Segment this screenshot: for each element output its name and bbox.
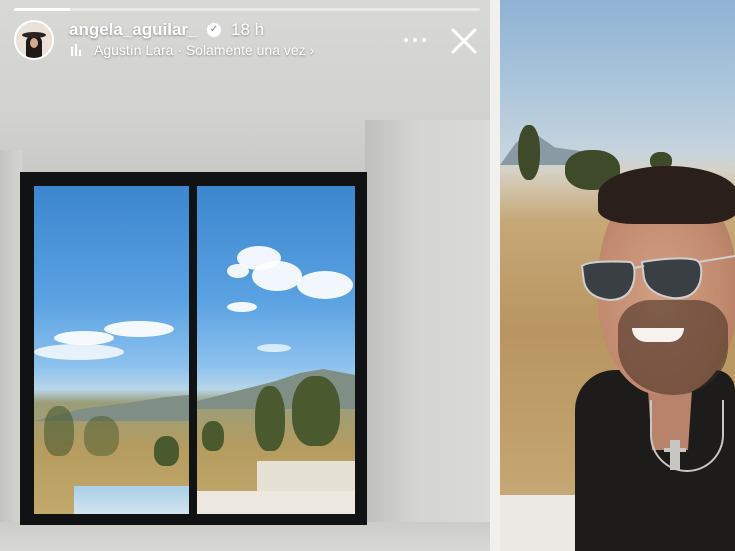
more-options-button[interactable] xyxy=(402,30,428,50)
tree xyxy=(84,416,119,456)
cloud xyxy=(257,344,291,352)
song-link[interactable]: Agustín Lara · Solamente una vez › xyxy=(94,42,314,58)
rooftop xyxy=(197,491,355,514)
right-wall xyxy=(365,120,490,551)
tree xyxy=(292,376,340,446)
song-title: Agustín Lara · Solamente una vez xyxy=(94,42,306,58)
cross-pendant xyxy=(664,440,686,470)
more-options-icon xyxy=(404,38,408,42)
avatar-face xyxy=(30,38,38,48)
left-wall xyxy=(0,150,22,551)
cloud xyxy=(54,331,114,345)
tree xyxy=(518,125,540,180)
username[interactable]: angela_aguilar_ xyxy=(69,20,198,40)
cloud xyxy=(297,271,353,299)
window-pane-right xyxy=(197,186,355,514)
tree xyxy=(154,436,179,466)
chevron-right-icon: › xyxy=(309,42,315,58)
person-hair xyxy=(598,166,735,224)
window-mullion xyxy=(189,172,197,525)
necklace xyxy=(650,400,724,472)
sunglasses xyxy=(580,255,735,302)
window-frame xyxy=(20,172,367,525)
person-smile xyxy=(632,328,684,342)
story-panel[interactable]: angela_aguilar_ ✓ 18 h Agustín Lara · So… xyxy=(0,0,490,551)
close-icon xyxy=(451,28,477,54)
tree xyxy=(255,386,285,451)
close-button[interactable] xyxy=(449,26,479,56)
verified-badge-icon: ✓ xyxy=(207,23,221,37)
tree xyxy=(44,406,74,456)
tree xyxy=(202,421,224,451)
more-options-icon xyxy=(413,38,417,42)
rooftop xyxy=(74,486,189,514)
photo-divider xyxy=(490,0,500,551)
cloud xyxy=(227,264,249,278)
more-options-icon xyxy=(422,38,426,42)
window-pane-left xyxy=(34,186,189,514)
window-sill xyxy=(0,522,490,551)
story-progress-bar xyxy=(14,8,480,11)
post-time: 18 h xyxy=(231,20,265,39)
music-bars-icon xyxy=(71,44,85,56)
story-progress-fill xyxy=(14,8,70,11)
avatar[interactable] xyxy=(14,20,54,60)
cloud xyxy=(104,321,174,337)
avatar-hat xyxy=(22,32,46,38)
cloud xyxy=(252,261,302,291)
person-beard xyxy=(618,300,728,395)
cloud xyxy=(227,302,257,312)
cloud xyxy=(34,344,124,360)
